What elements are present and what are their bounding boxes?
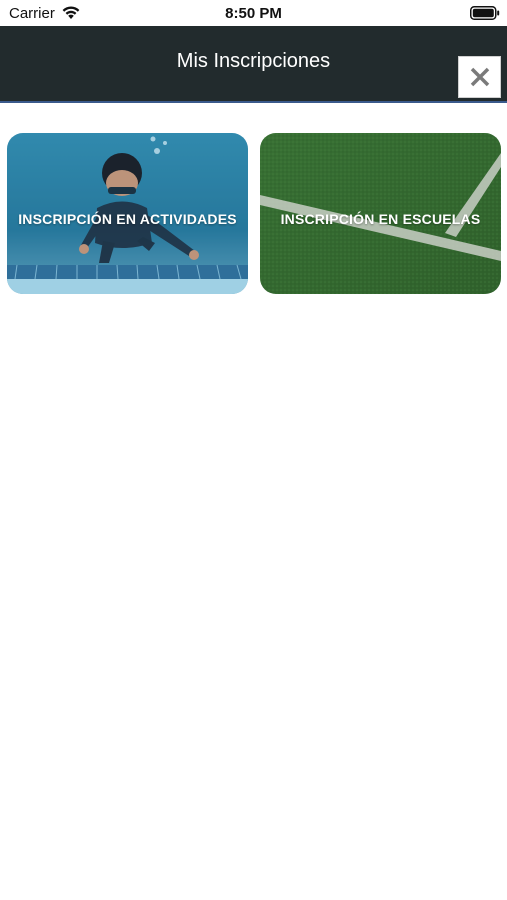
battery-icon bbox=[470, 6, 500, 20]
page-title: Mis Inscripciones bbox=[176, 50, 331, 72]
close-button[interactable] bbox=[458, 56, 501, 98]
schools-registration-tile[interactable]: INSCRIPCIÓN EN ESCUELAS bbox=[260, 133, 501, 294]
close-icon bbox=[470, 67, 489, 87]
activities-registration-tile[interactable]: INSCRIPCIÓN EN ACTIVIDADES bbox=[7, 133, 248, 294]
navigation-bar: Mis Inscripciones bbox=[0, 26, 507, 103]
clock: 8:50 PM bbox=[225, 5, 282, 22]
status-bar: Carrier 8:50 PM bbox=[0, 0, 507, 26]
activities-tile-label: INSCRIPCIÓN EN ACTIVIDADES bbox=[18, 211, 237, 227]
schools-tile-label: INSCRIPCIÓN EN ESCUELAS bbox=[280, 211, 481, 227]
